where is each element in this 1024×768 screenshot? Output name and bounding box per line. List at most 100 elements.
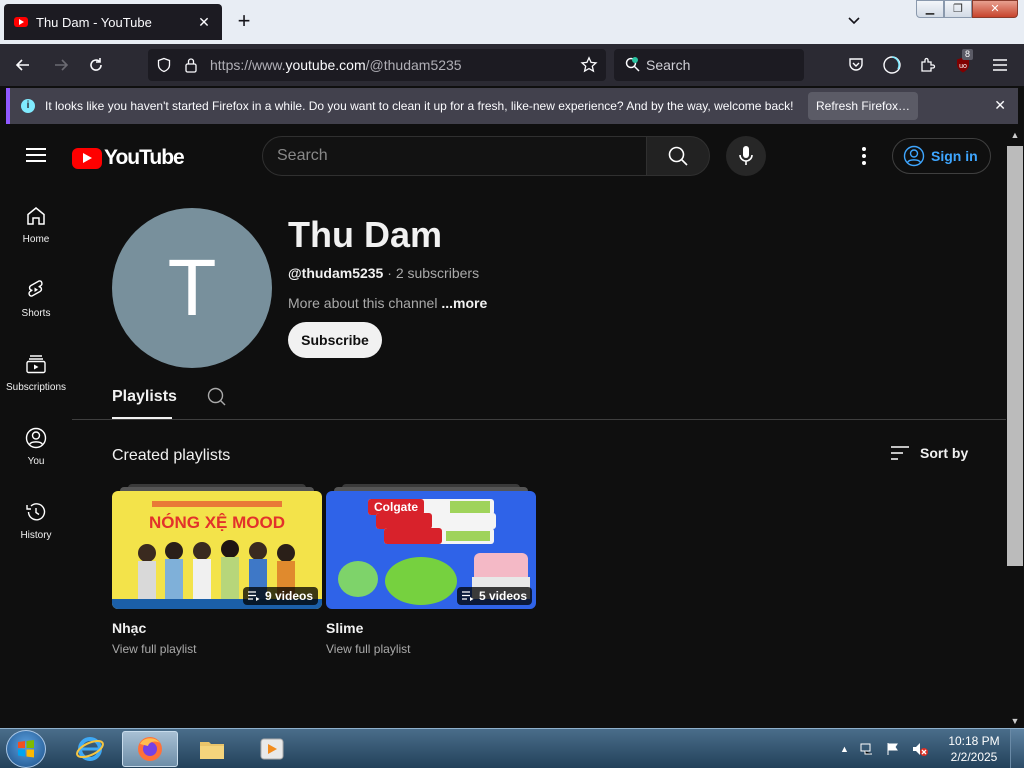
youtube-logo[interactable]: YouTube bbox=[72, 146, 185, 170]
taskbar-clock[interactable]: 10:18 PM 2/2/2025 bbox=[944, 733, 1004, 765]
channel-name: Thu Dam bbox=[288, 214, 443, 255]
tab-close-icon[interactable]: ✕ bbox=[196, 14, 212, 31]
youtube-favicon-icon bbox=[14, 17, 28, 27]
close-notification-icon[interactable]: ✕ bbox=[994, 97, 1006, 114]
browser-tab[interactable]: Thu Dam - YouTube ✕ bbox=[4, 4, 222, 40]
media-player-icon bbox=[260, 738, 284, 760]
show-desktop-button[interactable] bbox=[1010, 729, 1024, 768]
mini-guide: Home Shorts Subscriptions You History bbox=[0, 184, 72, 554]
more-link[interactable]: ...more bbox=[437, 295, 487, 311]
guide-item-you[interactable]: You bbox=[0, 406, 72, 480]
close-window-button[interactable]: ✕ bbox=[972, 0, 1018, 18]
url-text[interactable]: https://www.youtube.com/@thudam5235 bbox=[210, 57, 462, 73]
taskbar-media-player[interactable] bbox=[244, 731, 300, 767]
channel-description-text: More about this channel bbox=[288, 295, 438, 311]
clock-date: 2/2/2025 bbox=[950, 750, 998, 764]
list-all-tabs-button[interactable] bbox=[846, 12, 866, 32]
volume-muted-icon[interactable] bbox=[911, 741, 929, 757]
section-title: Created playlists bbox=[112, 447, 231, 464]
maximize-button[interactable]: ❐ bbox=[944, 0, 972, 18]
guide-label: Home bbox=[22, 234, 50, 245]
internet-explorer-icon bbox=[76, 737, 104, 761]
url-bar[interactable]: https://www.youtube.com/@thudam5235 bbox=[148, 49, 606, 81]
back-arrow-icon bbox=[15, 59, 29, 71]
windows-taskbar: ▲ 10:18 PM 2/2/2025 bbox=[0, 728, 1024, 768]
app-menu-button[interactable] bbox=[987, 52, 1013, 78]
sort-icon bbox=[891, 446, 909, 460]
url-path: /@thudam5235 bbox=[365, 57, 462, 73]
playlist-queue-icon bbox=[461, 591, 474, 601]
youtube-search-box[interactable] bbox=[262, 136, 648, 176]
channel-tabs: Playlists bbox=[72, 380, 1006, 420]
taskbar-internet-explorer[interactable] bbox=[62, 731, 118, 767]
account-circle-icon bbox=[903, 145, 925, 167]
channel-avatar[interactable]: T bbox=[112, 208, 272, 368]
sign-in-button[interactable]: Sign in bbox=[892, 138, 991, 174]
taskbar-firefox[interactable] bbox=[122, 731, 178, 767]
account-button[interactable] bbox=[879, 52, 905, 78]
guide-item-shorts[interactable]: Shorts bbox=[0, 258, 72, 332]
channel-description[interactable]: More about this channel ...more bbox=[288, 295, 487, 311]
subscribe-button[interactable]: Subscribe bbox=[288, 322, 382, 358]
chevron-down-icon bbox=[848, 17, 860, 25]
youtube-search-input[interactable] bbox=[263, 137, 647, 175]
sort-by-button[interactable]: Sort by bbox=[890, 445, 968, 461]
channel-meta: @thudam5235 · 2 subscribers bbox=[288, 265, 479, 281]
tracking-protection-shield-icon[interactable] bbox=[156, 57, 172, 73]
start-button[interactable] bbox=[6, 730, 46, 768]
scroll-down-arrow-icon[interactable]: ▼ bbox=[1010, 716, 1020, 726]
playlist-title[interactable]: Slime bbox=[326, 620, 363, 636]
playlist-title[interactable]: Nhạc bbox=[112, 620, 146, 636]
user-circle-icon bbox=[25, 427, 47, 449]
thumbnail-title-text: NÓNG XỆ MOOD bbox=[149, 513, 285, 532]
reload-button[interactable] bbox=[83, 52, 109, 78]
youtube-search-button[interactable] bbox=[646, 136, 710, 176]
lock-icon[interactable] bbox=[184, 57, 198, 73]
network-icon[interactable] bbox=[859, 741, 875, 757]
guide-item-history[interactable]: History bbox=[0, 480, 72, 554]
extensions-button[interactable] bbox=[915, 52, 941, 78]
refresh-firefox-button[interactable]: Refresh Firefox… bbox=[808, 92, 918, 120]
browser-titlebar: Thu Dam - YouTube ✕ + ▁ ❐ ✕ bbox=[0, 0, 1024, 44]
scrollbar-thumb[interactable] bbox=[1007, 146, 1023, 566]
taskbar-file-explorer[interactable] bbox=[184, 731, 240, 767]
playlist-thumbnail[interactable]: NÓNG XỆ MOOD 9 videos bbox=[112, 491, 322, 609]
new-tab-button[interactable]: + bbox=[232, 9, 256, 33]
guide-menu-button[interactable] bbox=[24, 144, 48, 168]
youtube-page: YouTube Sign in Home Shorts Subscription… bbox=[0, 128, 1006, 728]
action-center-flag-icon[interactable] bbox=[885, 741, 901, 757]
pocket-icon bbox=[849, 58, 863, 71]
back-button[interactable] bbox=[10, 52, 36, 78]
tab-playlists[interactable]: Playlists bbox=[112, 380, 177, 419]
search-icon bbox=[668, 146, 688, 166]
guide-item-home[interactable]: Home bbox=[0, 184, 72, 258]
page-scrollbar[interactable]: ▲ ▼ bbox=[1006, 128, 1024, 728]
youtube-masthead: YouTube Sign in bbox=[0, 128, 1006, 184]
sign-in-label: Sign in bbox=[931, 148, 978, 164]
settings-more-button[interactable] bbox=[852, 144, 876, 168]
forward-button[interactable] bbox=[48, 52, 74, 78]
minimize-button[interactable]: ▁ bbox=[916, 0, 944, 18]
view-full-playlist-link[interactable]: View full playlist bbox=[112, 642, 196, 656]
show-hidden-icons-icon[interactable]: ▲ bbox=[840, 744, 849, 754]
playlist-queue-icon bbox=[247, 591, 260, 601]
bookmark-star-icon[interactable] bbox=[580, 56, 598, 74]
pocket-button[interactable] bbox=[843, 52, 869, 78]
youtube-play-icon bbox=[72, 147, 102, 169]
guide-item-subscriptions[interactable]: Subscriptions bbox=[0, 332, 72, 406]
reload-icon bbox=[90, 58, 102, 71]
windows-logo-icon bbox=[18, 740, 34, 758]
thumbnail-brand-text: Colgate bbox=[374, 500, 418, 514]
scroll-up-arrow-icon[interactable]: ▲ bbox=[1010, 130, 1020, 140]
meta-separator: · bbox=[383, 265, 396, 281]
browser-search-bar[interactable]: Search bbox=[614, 49, 804, 81]
playlist-thumbnail[interactable]: Colgate 5 videos bbox=[326, 491, 536, 609]
voice-search-button[interactable] bbox=[726, 136, 766, 176]
view-full-playlist-link[interactable]: View full playlist bbox=[326, 642, 410, 656]
channel-search-button[interactable] bbox=[206, 386, 228, 413]
system-tray: ▲ bbox=[840, 729, 929, 768]
forward-arrow-icon bbox=[55, 59, 69, 71]
subscriber-count: 2 subscribers bbox=[395, 265, 480, 281]
youtube-logo-text: YouTube bbox=[104, 146, 185, 169]
video-count: 9 videos bbox=[264, 589, 313, 603]
